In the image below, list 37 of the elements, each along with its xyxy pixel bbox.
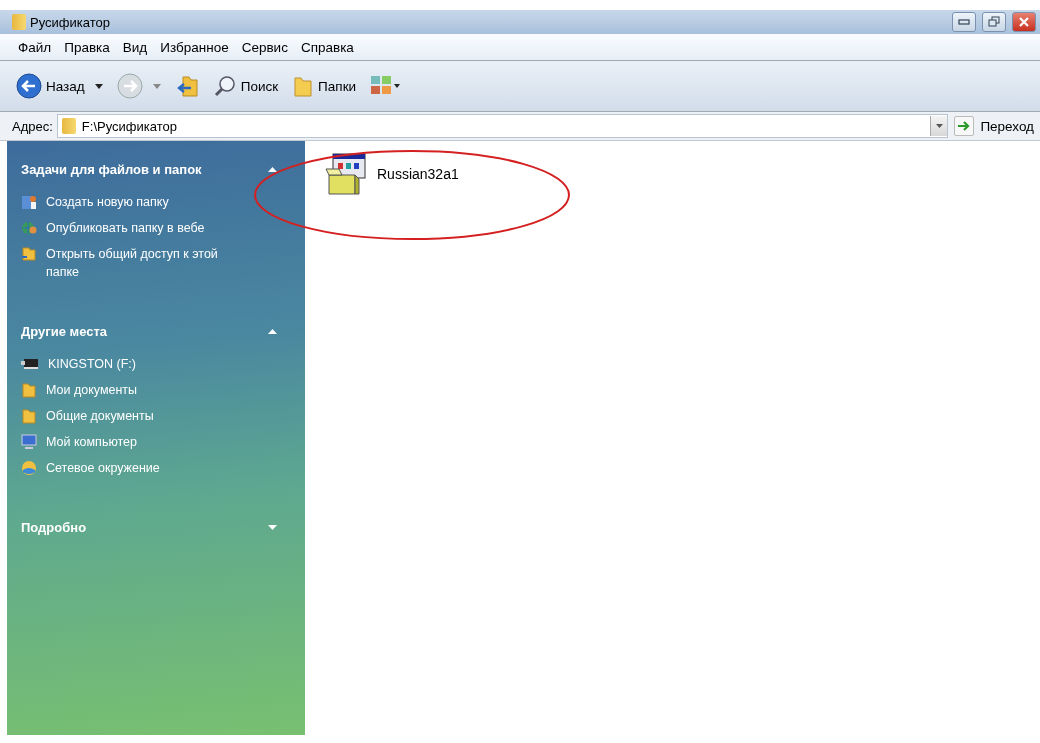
view-grid-icon	[370, 75, 401, 97]
task-link[interactable]: KINGSTON (F:)	[48, 355, 248, 373]
menu-item[interactable]: Сервис	[235, 39, 295, 55]
menu-item[interactable]: Справка	[294, 39, 361, 55]
minimize-icon	[958, 19, 970, 25]
collapse-arrow-icon[interactable]	[268, 328, 277, 334]
expand-arrow-icon[interactable]	[268, 524, 277, 530]
search-icon	[212, 74, 237, 98]
close-icon	[1018, 17, 1030, 27]
computer-icon[interactable]	[21, 433, 37, 450]
search-button[interactable]: Поиск	[208, 74, 283, 98]
file-name[interactable]: Russian32a1	[377, 166, 459, 182]
collapse-arrow-icon[interactable]	[268, 166, 277, 172]
folders-button[interactable]: Папки	[288, 74, 361, 98]
section-heading[interactable]: Другие места	[21, 323, 107, 339]
minimize-button[interactable]	[952, 12, 976, 32]
go-button[interactable]: Переход	[952, 115, 1040, 137]
task-link[interactable]: Опубликовать папку в вебе	[46, 219, 246, 237]
restore-icon	[988, 16, 1000, 28]
restore-button[interactable]	[982, 12, 1006, 32]
menu-item[interactable]: Файл	[12, 39, 59, 55]
task-link[interactable]: Создать новую папку	[46, 193, 246, 211]
menu-item[interactable]: Вид	[116, 39, 155, 55]
caret-icon	[935, 124, 943, 128]
section-heading[interactable]: Задачи для файлов и папок	[21, 161, 202, 177]
task-link[interactable]: Открыть общий доступ к этой папке	[46, 245, 246, 281]
window-title: Русификатор	[30, 14, 110, 30]
dropdown-button[interactable]	[930, 116, 948, 136]
menu-item[interactable]: Правка	[58, 39, 117, 55]
close-button[interactable]	[1012, 12, 1036, 32]
back-button[interactable]: Назад	[12, 73, 89, 99]
task-link[interactable]: Мои документы	[46, 381, 246, 399]
menu-item[interactable]: Избранное	[154, 39, 236, 55]
installer-box-icon[interactable]	[325, 153, 367, 195]
dropdown-arrow-icon[interactable]	[94, 83, 103, 89]
address-label: Адрес:	[12, 118, 53, 134]
address-field[interactable]: F:\Русификатор	[56, 114, 949, 138]
